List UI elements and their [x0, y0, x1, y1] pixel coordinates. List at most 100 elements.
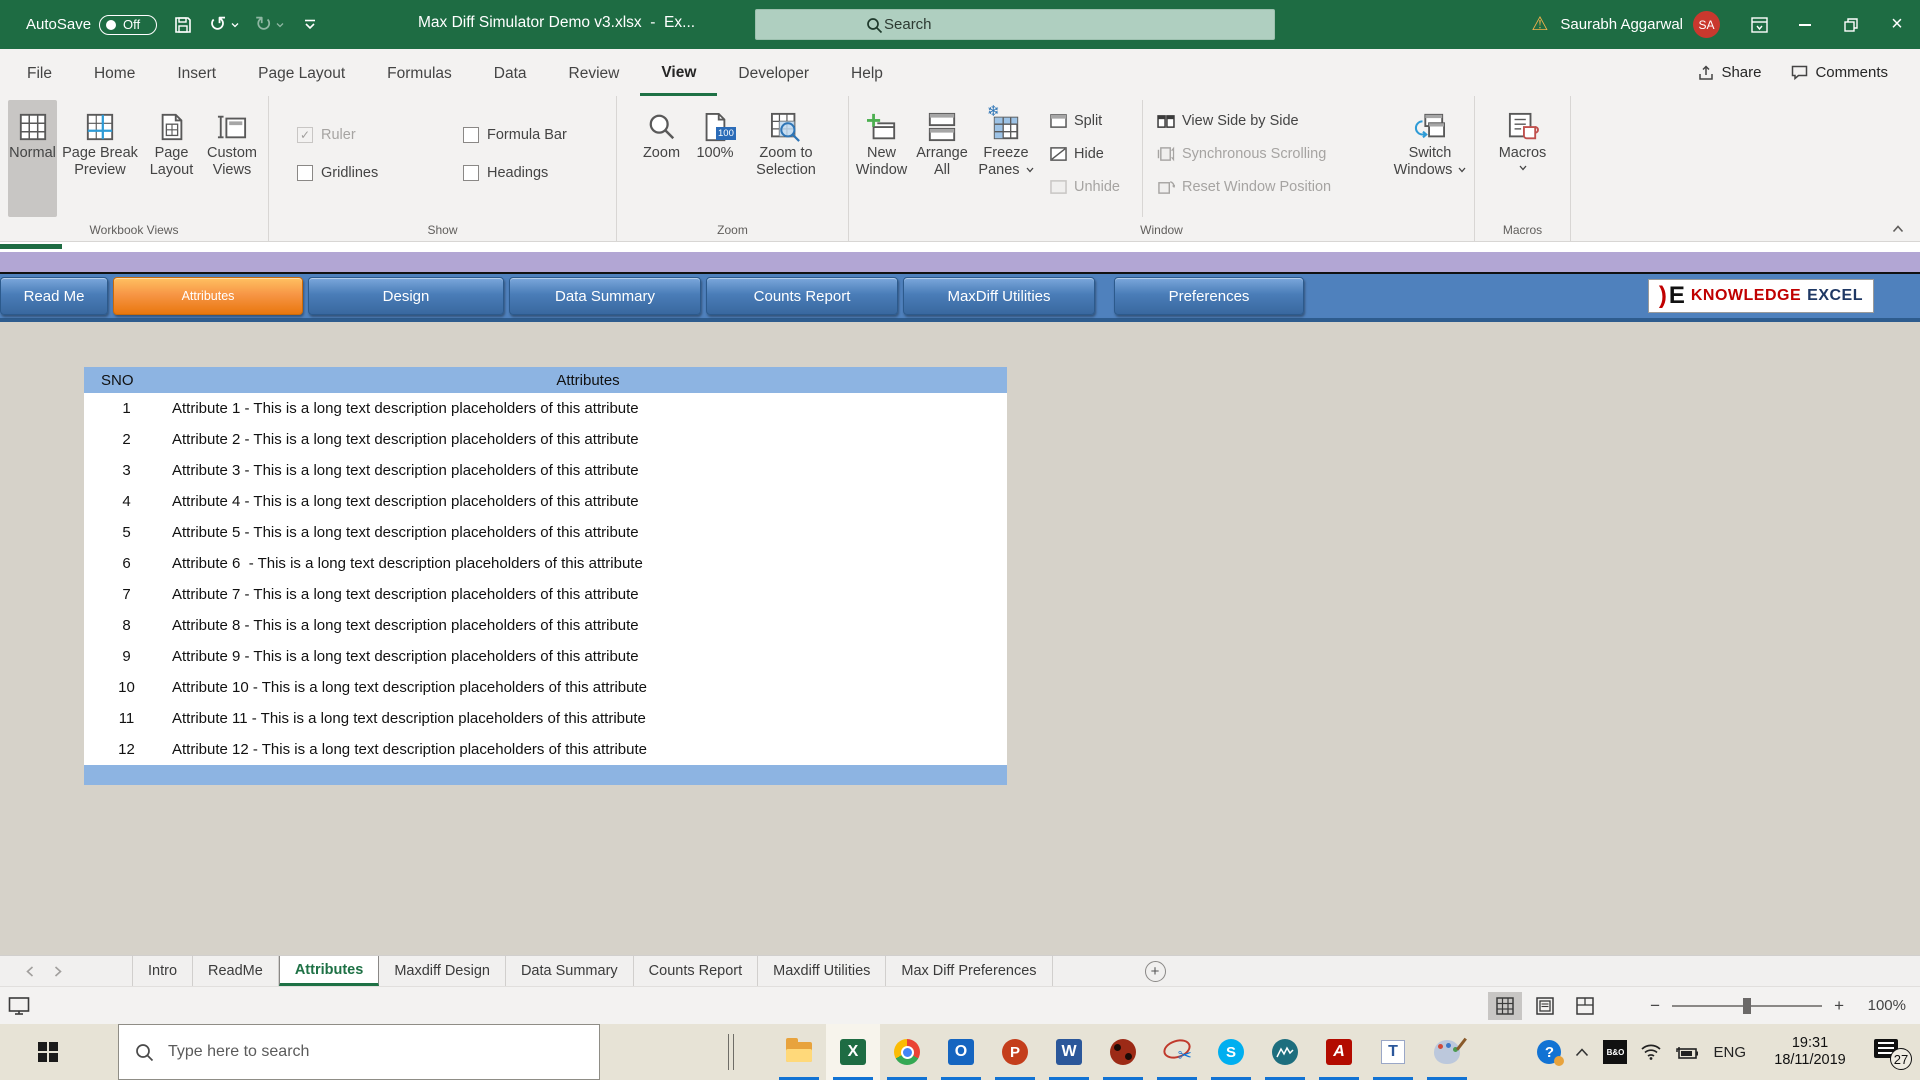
zoom-to-selection-button[interactable]: Zoom to Selection [744, 100, 828, 217]
zoom-out-button[interactable]: − [1650, 996, 1660, 1016]
cell-text[interactable]: Attribute 6 - This is a long text descri… [169, 555, 643, 572]
excel-icon[interactable]: X [826, 1024, 880, 1080]
hide-button[interactable]: Hide [1050, 143, 1136, 165]
gridlines-checkbox[interactable]: Gridlines [297, 165, 449, 181]
sheet-nav-left-icon[interactable] [26, 966, 34, 977]
wbtab-counts-report[interactable]: Counts Report [706, 277, 898, 315]
wifi-icon[interactable] [1641, 1044, 1661, 1060]
ribbon-tab-data[interactable]: Data [473, 52, 548, 96]
page-break-preview-button[interactable]: Page Break Preview [57, 100, 143, 217]
restore-button[interactable] [1828, 0, 1874, 49]
normal-view-status-button[interactable] [1488, 992, 1522, 1020]
help-tray-icon[interactable]: ? [1537, 1040, 1561, 1064]
outlook-icon[interactable]: O [934, 1024, 988, 1080]
cell-text[interactable]: Attribute 3 - This is a long text descri… [169, 462, 639, 479]
sheet-tab-data-summary[interactable]: Data Summary [506, 956, 634, 986]
freeze-panes-button[interactable]: ❄ Freeze Panes [974, 100, 1038, 217]
cell-sno[interactable]: 8 [84, 617, 169, 634]
sheet-tab-intro[interactable]: Intro [132, 956, 193, 986]
wbtab-preferences[interactable]: Preferences [1114, 277, 1304, 315]
autosave-toggle[interactable]: Off [99, 15, 157, 35]
ribbon-display-options-icon[interactable] [1736, 0, 1782, 49]
cell-sno[interactable]: 3 [84, 462, 169, 479]
battery-icon[interactable] [1675, 1045, 1699, 1059]
headings-checkbox[interactable]: Headings [463, 165, 605, 181]
sheet-tab-counts-report[interactable]: Counts Report [634, 956, 759, 986]
undo-icon[interactable]: ↺ [209, 15, 227, 35]
powerpoint-icon[interactable]: P [988, 1024, 1042, 1080]
cell-text[interactable]: Attribute 1 - This is a long text descri… [169, 400, 639, 417]
clock[interactable]: 19:31 18/11/2019 [1760, 1035, 1860, 1069]
share-button[interactable]: Share [1698, 64, 1761, 81]
zoom-slider[interactable] [1672, 1005, 1822, 1007]
ribbon-tab-review[interactable]: Review [548, 52, 641, 96]
customize-quick-access-icon[interactable] [304, 19, 316, 30]
zoom-slider-thumb[interactable] [1743, 998, 1751, 1014]
ribbon-tab-insert[interactable]: Insert [156, 52, 237, 96]
text-editor-icon[interactable]: T [1366, 1024, 1420, 1080]
chrome-icon[interactable] [880, 1024, 934, 1080]
save-icon[interactable] [173, 15, 193, 35]
sheet-tab-attributes[interactable]: Attributes [279, 956, 379, 986]
switch-windows-button[interactable]: Switch Windows [1390, 100, 1470, 217]
cell-sno[interactable]: 1 [84, 400, 169, 417]
sheet-tab-readme[interactable]: ReadMe [193, 956, 279, 986]
view-side-by-side-button[interactable]: View Side by Side [1157, 110, 1384, 132]
sheet-nav-right-icon[interactable] [54, 966, 62, 977]
cell-sno[interactable]: 11 [84, 710, 169, 727]
cell-sno[interactable]: 12 [84, 741, 169, 758]
file-explorer-icon[interactable] [772, 1024, 826, 1080]
formula-bar-checkbox[interactable]: Formula Bar [463, 127, 605, 143]
ribbon-tab-file[interactable]: File [0, 52, 73, 96]
cell-text[interactable]: Attribute 4 - This is a long text descri… [169, 493, 639, 510]
analytics-icon[interactable] [1258, 1024, 1312, 1080]
ribbon-tab-formulas[interactable]: Formulas [366, 52, 473, 96]
minimize-button[interactable] [1782, 0, 1828, 49]
tray-chevron-up-icon[interactable] [1575, 1048, 1589, 1057]
cell-text[interactable]: Attribute 2 - This is a long text descri… [169, 431, 639, 448]
status-left-icon[interactable] [8, 996, 30, 1016]
paint-icon[interactable] [1420, 1024, 1474, 1080]
taskbar-search-box[interactable] [118, 1024, 600, 1080]
custom-views-button[interactable]: Custom Views [200, 100, 264, 217]
wbtab-data-summary[interactable]: Data Summary [509, 277, 701, 315]
search-input[interactable] [884, 16, 1244, 33]
taskbar-search-input[interactable] [168, 1043, 599, 1061]
page-layout-status-button[interactable] [1528, 992, 1562, 1020]
wbtab-attributes[interactable]: Attributes [113, 277, 303, 315]
wbtab-design[interactable]: Design [308, 277, 504, 315]
user-name[interactable]: Saurabh Aggarwal [1560, 16, 1683, 33]
media-player-icon[interactable] [1096, 1024, 1150, 1080]
language-indicator[interactable]: ENG [1713, 1044, 1746, 1061]
wbtab-maxdiff-utilities[interactable]: MaxDiff Utilities [903, 277, 1095, 315]
page-break-preview-status-button[interactable] [1568, 992, 1602, 1020]
wbtab-read-me[interactable]: Read Me [0, 277, 108, 315]
warning-icon[interactable]: ⚠ [1531, 13, 1548, 36]
normal-view-button[interactable]: Normal [8, 100, 57, 217]
word-icon[interactable]: W [1042, 1024, 1096, 1080]
zoom-in-button[interactable]: + [1834, 996, 1844, 1016]
notification-center-icon[interactable]: 27 [1874, 1037, 1908, 1067]
macros-button[interactable]: Macros [1491, 100, 1555, 217]
cell-sno[interactable]: 4 [84, 493, 169, 510]
cell-sno[interactable]: 7 [84, 586, 169, 603]
new-sheet-button[interactable]: + [1145, 961, 1166, 982]
acrobat-icon[interactable]: A [1312, 1024, 1366, 1080]
cell-text[interactable]: Attribute 9 - This is a long text descri… [169, 648, 639, 665]
ribbon-tab-page-layout[interactable]: Page Layout [237, 52, 366, 96]
arrange-all-button[interactable]: Arrange All [910, 100, 974, 217]
cell-sno[interactable]: 10 [84, 679, 169, 696]
cell-sno[interactable]: 2 [84, 431, 169, 448]
ribbon-tab-developer[interactable]: Developer [717, 52, 830, 96]
close-button[interactable]: × [1874, 0, 1920, 49]
title-search-box[interactable] [755, 9, 1275, 40]
ribbon-tab-view[interactable]: View [640, 52, 717, 96]
cell-text[interactable]: Attribute 10 - This is a long text descr… [169, 679, 647, 696]
cell-sno[interactable]: 5 [84, 524, 169, 541]
sheet-tab-maxdiff-utilities[interactable]: Maxdiff Utilities [758, 956, 886, 986]
comments-button[interactable]: Comments [1791, 64, 1888, 81]
zoom-100-button[interactable]: 100 100% [686, 100, 744, 217]
zoom-button[interactable]: Zoom [637, 100, 686, 217]
new-window-button[interactable]: New Window [853, 100, 910, 217]
start-button[interactable] [0, 1024, 96, 1080]
